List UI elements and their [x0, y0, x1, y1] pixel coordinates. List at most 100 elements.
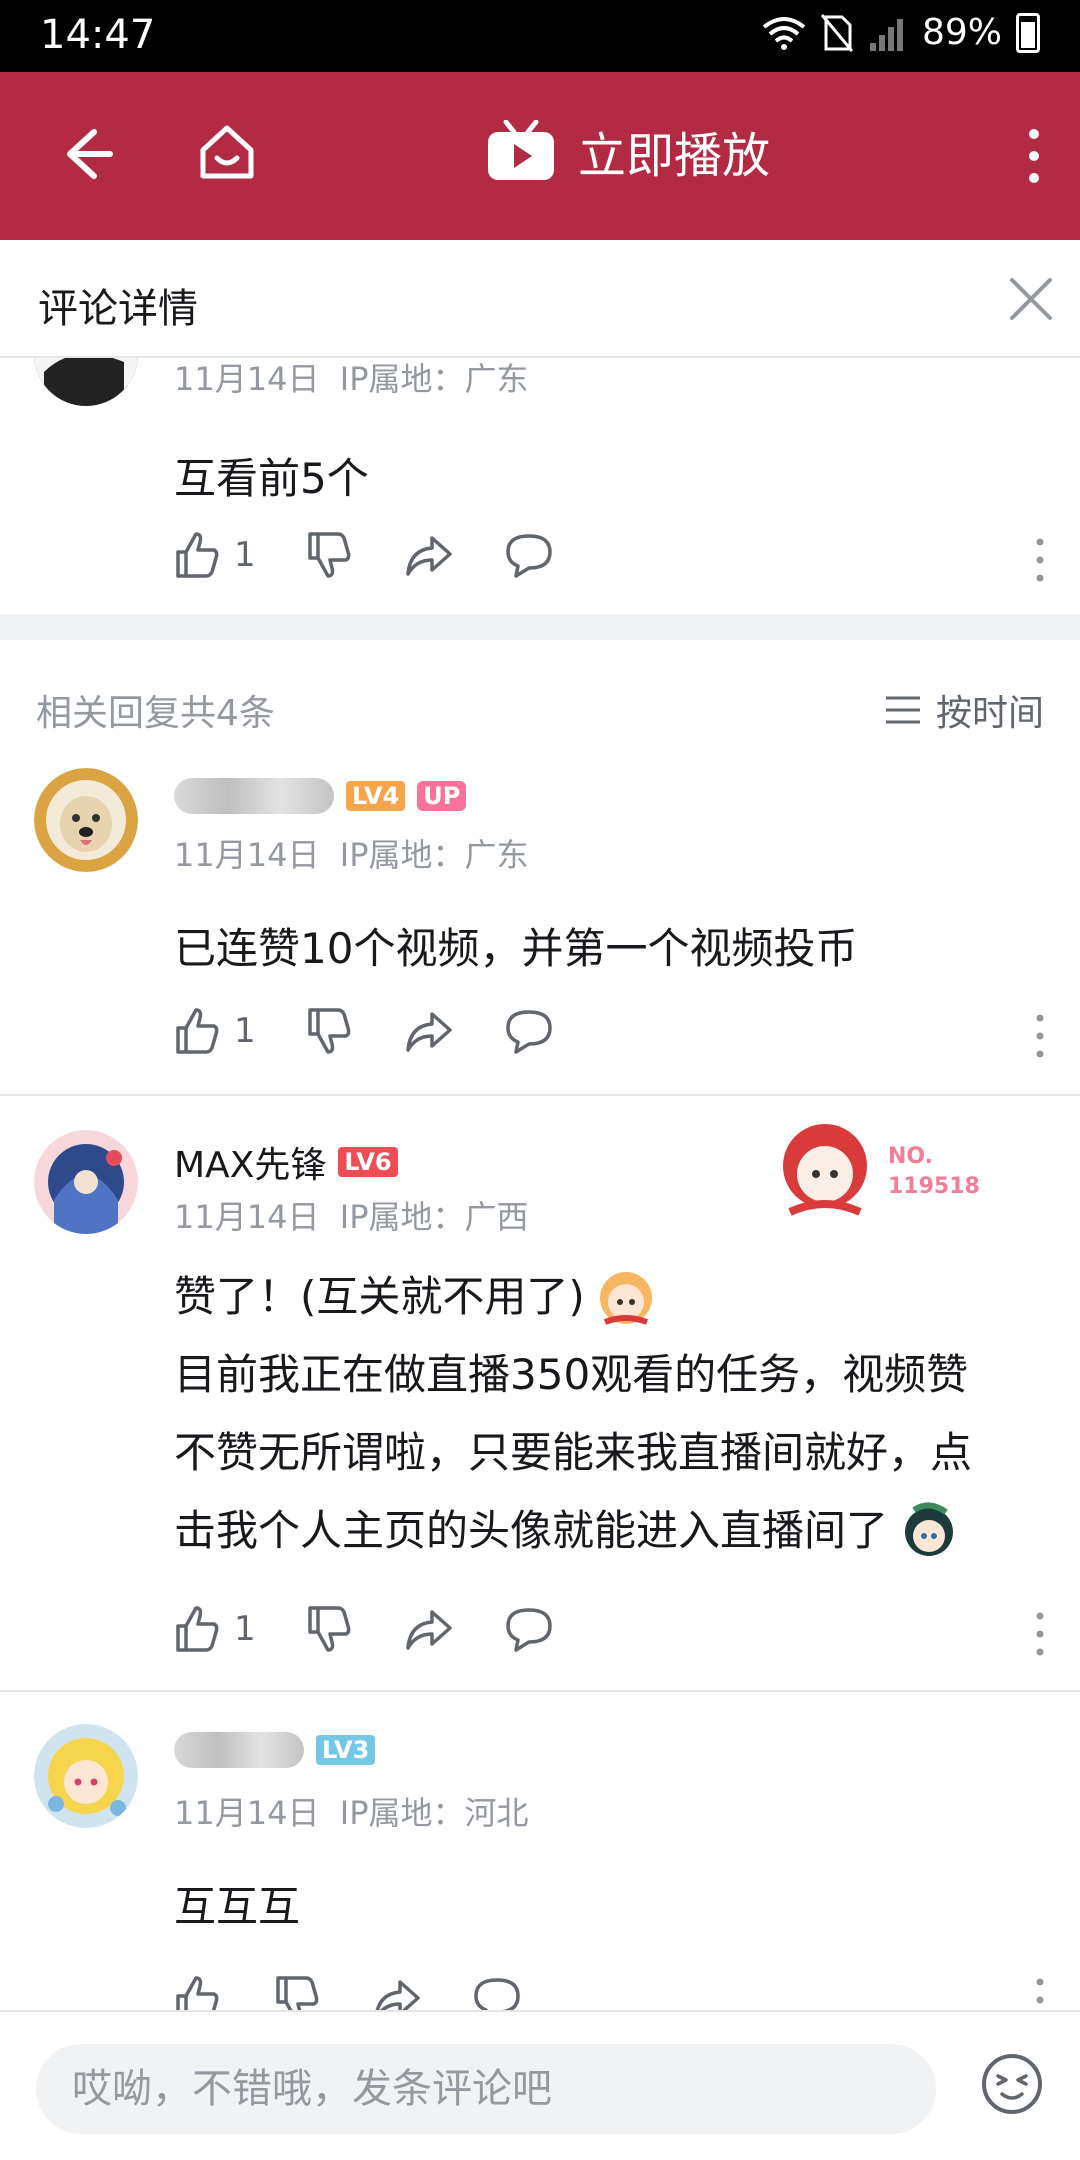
- more-options-icon[interactable]: [1036, 1612, 1044, 1656]
- battery-percent: 89%: [921, 12, 1002, 53]
- play-now-label: 立即播放: [578, 128, 771, 184]
- reply-divider: [0, 1094, 1080, 1096]
- reply-content-line: 赞了！(互关就不用了): [174, 1258, 1040, 1336]
- fan-badge-number: NO. 119518: [888, 1144, 980, 1199]
- like-button[interactable]: 1: [170, 1004, 256, 1058]
- thumbs-up-icon: [176, 1976, 219, 2010]
- reply-username[interactable]: MAX先锋 LV6: [174, 1136, 398, 1188]
- share-icon: [375, 1980, 420, 2010]
- reply-content-line: 不赞无所谓啦，只要能来我直播间就好，点: [174, 1428, 973, 1477]
- comment-detail-title: 评论详情: [38, 286, 198, 332]
- fan-badge[interactable]: NO. 119518: [770, 1116, 990, 1226]
- comment-scroll-area[interactable]: 11月14日 IP属地：广东 互看前5个 1 相关回复共4条 按时间 LV4 U…: [0, 358, 1080, 2010]
- dislike-button[interactable]: [302, 528, 356, 582]
- username-blurred: [174, 778, 334, 814]
- home-icon[interactable]: [195, 120, 259, 184]
- like-count: 1: [234, 535, 256, 575]
- reply-content: 互互互: [174, 1882, 301, 1931]
- reply-meta: 11月14日 IP属地：河北: [174, 1794, 529, 1832]
- level-badge: LV3: [316, 1735, 376, 1765]
- avatar[interactable]: [34, 1724, 138, 1828]
- level-badge: LV4: [346, 781, 406, 811]
- thumbs-up-icon: [176, 1008, 219, 1054]
- thumbs-down-icon: [307, 1008, 351, 1054]
- like-count: 1: [234, 1609, 256, 1649]
- fan-badge-character-icon: [783, 1124, 867, 1216]
- sort-by-time-button[interactable]: 按时间: [884, 684, 1044, 736]
- more-options-icon[interactable]: [1036, 538, 1044, 582]
- level-badge: LV6: [338, 1147, 398, 1177]
- avatar[interactable]: [34, 1130, 138, 1234]
- thumbs-down-icon: [307, 1606, 351, 1652]
- reply-divider: [0, 1690, 1080, 1692]
- reply-content: 已连赞10个视频，并第一个视频投币: [174, 924, 858, 973]
- reply-content-line: 目前我正在做直播350观看的任务，视频赞: [174, 1350, 969, 1399]
- tv-play-icon: [488, 120, 554, 180]
- related-replies-count: 相关回复共4条: [36, 693, 275, 734]
- signal-icon: [869, 18, 903, 51]
- thumbs-up-icon: [176, 1606, 219, 1652]
- section-divider: [0, 614, 1080, 640]
- share-button[interactable]: [402, 1004, 456, 1058]
- status-icons: 89%: [762, 12, 1040, 53]
- comment-bubble-icon: [505, 1608, 552, 1652]
- reply-button[interactable]: [502, 1602, 556, 1656]
- thumbs-down-icon: [307, 532, 351, 578]
- reply-content: 赞了！(互关就不用了) 目前我正在做直播350观看的任务，视频赞 不赞无所谓啦，…: [174, 1258, 1040, 1570]
- comment-bubble-icon: [505, 1010, 552, 1054]
- battery-icon: [1016, 12, 1040, 53]
- comment-bubble-icon: [505, 534, 552, 578]
- close-icon[interactable]: [1006, 274, 1056, 324]
- emoji-icon[interactable]: [980, 2052, 1044, 2116]
- thumbs-up-icon: [176, 532, 219, 578]
- like-button[interactable]: [170, 1972, 224, 2010]
- comment-detail-header: 评论详情: [0, 240, 1080, 358]
- sort-list-icon: [885, 696, 920, 724]
- reply-actions: 1: [170, 1602, 602, 1656]
- sort-label: 按时间: [935, 693, 1044, 734]
- dislike-button[interactable]: [302, 1004, 356, 1058]
- comment-input-bar: 哎呦，不错哦，发条评论吧: [0, 2010, 1080, 2160]
- reply-content-line: 击我个人主页的头像就能进入直播间了: [174, 1492, 1040, 1570]
- share-button[interactable]: [370, 1972, 424, 2010]
- up-badge: UP: [417, 781, 467, 811]
- reply-button[interactable]: [470, 1972, 524, 2010]
- comment-content: 互看前5个: [174, 454, 369, 503]
- comment-bubble-icon: [474, 1978, 520, 2010]
- more-options-icon[interactable]: [1036, 1014, 1044, 1058]
- share-button[interactable]: [402, 1602, 456, 1656]
- like-button[interactable]: 1: [170, 1602, 256, 1656]
- reply-actions: [170, 1972, 570, 2010]
- wifi-icon: [762, 16, 806, 50]
- username-blurred: [174, 1732, 304, 1768]
- reply-meta: 11月14日 IP属地：广西: [174, 1198, 529, 1236]
- share-icon: [405, 1012, 452, 1052]
- reply-button[interactable]: [502, 528, 556, 582]
- share-button[interactable]: [402, 528, 456, 582]
- back-arrow-icon[interactable]: [54, 122, 118, 186]
- avatar[interactable]: [34, 768, 138, 872]
- comment-actions: 1: [170, 528, 602, 582]
- emoji-sticker-icon: [599, 1272, 652, 1325]
- more-vertical-icon[interactable]: [1028, 128, 1040, 184]
- status-time: 14:47: [40, 12, 156, 58]
- app-bar: 立即播放: [0, 72, 1080, 240]
- comment-meta: 11月14日 IP属地：广东: [174, 360, 529, 398]
- play-now-button[interactable]: 立即播放: [486, 116, 770, 186]
- no-sim-icon: [820, 13, 854, 52]
- dislike-button[interactable]: [270, 1972, 324, 2010]
- like-count: 1: [234, 1011, 256, 1051]
- share-icon: [405, 536, 452, 576]
- comment-input[interactable]: 哎呦，不错哦，发条评论吧: [36, 2044, 936, 2134]
- reply-actions: 1: [170, 1004, 602, 1058]
- reply-username[interactable]: LV4 UP: [174, 778, 467, 814]
- dislike-button[interactable]: [302, 1602, 356, 1656]
- like-button[interactable]: 1: [170, 528, 256, 582]
- status-bar: 14:47 89%: [0, 0, 1080, 72]
- reply-username[interactable]: LV3: [174, 1732, 376, 1768]
- share-icon: [405, 1610, 452, 1650]
- avatar[interactable]: [34, 358, 138, 406]
- more-options-icon[interactable]: [1036, 1978, 1044, 2010]
- reply-button[interactable]: [502, 1004, 556, 1058]
- emoji-sticker-icon: [905, 1502, 954, 1556]
